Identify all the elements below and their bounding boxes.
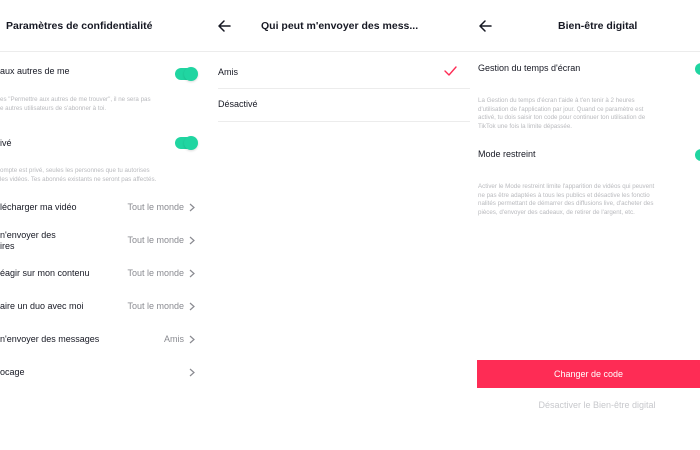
row-value: Amis xyxy=(164,334,184,344)
suggest-account-toggle[interactable] xyxy=(175,67,198,81)
private-account-toggle[interactable] xyxy=(175,136,198,150)
suggest-account-desc: es "Permettre aux autres de me trouver",… xyxy=(0,96,151,112)
chevron-right-icon xyxy=(189,269,195,278)
privacy-header: Paramètres de confidentialité xyxy=(0,0,205,52)
private-account-desc: ompte est privé, seules les personnes qu… xyxy=(0,167,157,183)
chevron-right-icon xyxy=(189,302,195,311)
option-label: Désactivé xyxy=(218,99,258,109)
restricted-mode-label: Mode restreint xyxy=(478,149,536,159)
screen-time-desc: La Gestion du temps d'écran t'aide à t'e… xyxy=(478,97,646,130)
row-label: n'envoyer des messages xyxy=(0,334,100,344)
option-divider xyxy=(218,88,470,89)
chevron-right-icon xyxy=(189,335,195,344)
row-value: Tout le monde xyxy=(127,301,184,311)
option-divider xyxy=(218,121,470,122)
row-label-line2: ires xyxy=(0,241,15,251)
row-label: aire un duo avec moi xyxy=(0,301,84,311)
row-label: ocage xyxy=(0,367,25,377)
restricted-mode-desc: Activer le Mode restreint limite l'appar… xyxy=(478,183,655,216)
screen-time-toggle[interactable] xyxy=(695,63,700,75)
chevron-right-icon xyxy=(189,203,195,212)
row-label: éagir sur mon contenu xyxy=(0,268,90,278)
messages-header: Qui peut m'envoyer des mess... xyxy=(205,0,470,52)
private-account-label: ivé xyxy=(0,138,12,148)
deactivate-wellbeing-link[interactable]: Désactiver le Bien-être digital xyxy=(477,400,700,410)
messages-permission-panel: Qui peut m'envoyer des mess... Amis Désa… xyxy=(205,0,470,450)
checkmark-icon xyxy=(444,66,457,76)
wellbeing-title: Bien-être digital xyxy=(558,20,638,32)
back-arrow-icon[interactable] xyxy=(478,19,492,33)
row-value: Tout le monde xyxy=(127,202,184,212)
row-value: Tout le monde xyxy=(127,235,184,245)
option-label: Amis xyxy=(218,67,238,77)
row-label: n'envoyer des xyxy=(0,230,56,240)
screen-time-label: Gestion du temps d'écran xyxy=(478,63,581,73)
chevron-right-icon xyxy=(189,236,195,245)
suggest-account-label: aux autres de me xyxy=(0,66,70,76)
change-code-button[interactable]: Changer de code xyxy=(477,360,700,388)
messages-title: Qui peut m'envoyer des mess... xyxy=(261,20,419,32)
restricted-mode-toggle[interactable] xyxy=(695,149,700,161)
wellbeing-header: Bien-être digital xyxy=(470,0,700,52)
row-value: Tout le monde xyxy=(127,268,184,278)
chevron-right-icon xyxy=(189,368,195,377)
back-arrow-icon[interactable] xyxy=(217,19,231,33)
row-label: lécharger ma vidéo xyxy=(0,202,77,212)
privacy-title: Paramètres de confidentialité xyxy=(6,20,153,32)
privacy-settings-panel: Paramètres de confidentialité aux autres… xyxy=(0,0,205,450)
